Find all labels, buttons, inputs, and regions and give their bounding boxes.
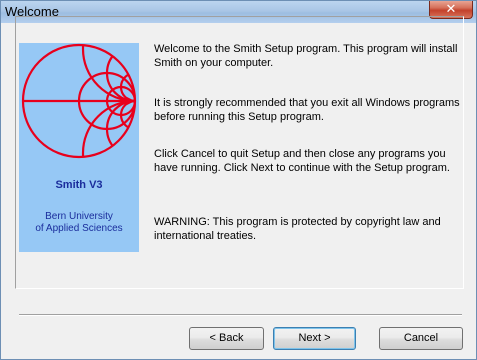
cancel-button[interactable]: Cancel (379, 327, 463, 350)
org-name-line2: of Applied Sciences (35, 223, 123, 234)
next-button[interactable]: Next > (273, 327, 356, 350)
copyright-warning-text: WARNING: This program is protected by co… (154, 216, 441, 242)
exit-programs-text: It is strongly recommended that you exit… (154, 97, 460, 123)
setup-banner: Smith V3 Bern University of Applied Scie… (19, 43, 139, 252)
back-button[interactable]: < Back (189, 327, 264, 350)
smith-chart-icon (21, 43, 137, 159)
org-name-line1: Bern University (45, 211, 113, 222)
setup-window: Welcome ✕ Smith V3 Bern University of Ap… (0, 0, 477, 360)
welcome-text: Welcome to the Smith Setup program. This… (154, 43, 458, 69)
instructions-text: Click Cancel to quit Setup and then clos… (154, 148, 450, 174)
product-name: Smith V3 (55, 179, 103, 191)
divider (19, 314, 462, 316)
